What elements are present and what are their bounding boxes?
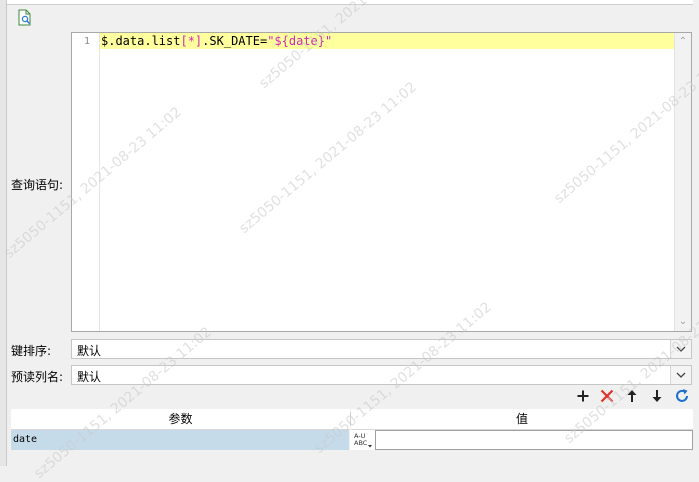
code-token: "${date}" [267,34,333,48]
scroll-up-icon[interactable]: ⌃ [675,35,691,49]
left-border [0,0,7,466]
preview-doc-button[interactable] [16,9,34,27]
preview-columns-select[interactable]: 默认 [71,365,692,385]
key-sort-label: 键排序: [11,344,52,358]
delete-param-button[interactable] [598,387,616,405]
code-token: $.data.list [101,34,181,48]
value-type-icon[interactable]: A-U ABC [352,431,374,449]
delete-icon [600,389,614,403]
move-up-button[interactable] [623,387,641,405]
code-token: .SK_DATE= [202,34,268,48]
query-editor[interactable]: 1 $.data.list[*].SK_DATE="${date}" ⌃ ⌄ [71,32,692,332]
add-icon [577,390,589,402]
chevron-down-icon[interactable] [670,366,691,384]
line-number: 1 [83,36,90,47]
column-header-param[interactable]: 参数 [11,409,350,430]
param-value-cell[interactable]: A-U ABC [350,430,693,450]
key-sort-value: 默认 [77,344,102,358]
svg-text:ABC: ABC [354,439,368,447]
scroll-down-icon[interactable]: ⌄ [675,315,691,329]
document-search-icon [18,9,31,26]
column-header-value[interactable]: 值 [351,409,693,430]
param-name-cell[interactable]: date [11,430,349,450]
move-up-icon [627,390,637,402]
preview-columns-label: 预读列名: [11,370,64,384]
chevron-down-icon[interactable] [670,340,691,358]
refresh-icon [676,389,688,402]
code-token: [*] [180,34,203,48]
code-line[interactable]: $.data.list[*].SK_DATE="${date}" [100,33,675,49]
refresh-button[interactable] [673,387,691,405]
top-panel [7,0,693,5]
query-label: 查询语句: [11,178,64,192]
params-table: 参数 值 date A-U ABC [11,409,693,451]
editor-gutter: 1 [72,33,100,331]
move-down-button[interactable] [648,387,666,405]
key-sort-select[interactable]: 默认 [71,339,692,359]
param-value-input[interactable] [375,430,693,450]
preview-columns-value: 默认 [77,370,102,384]
move-down-icon [652,390,662,402]
add-param-button[interactable] [574,387,592,405]
editor-scrollbar[interactable]: ⌃ ⌄ [674,33,691,331]
